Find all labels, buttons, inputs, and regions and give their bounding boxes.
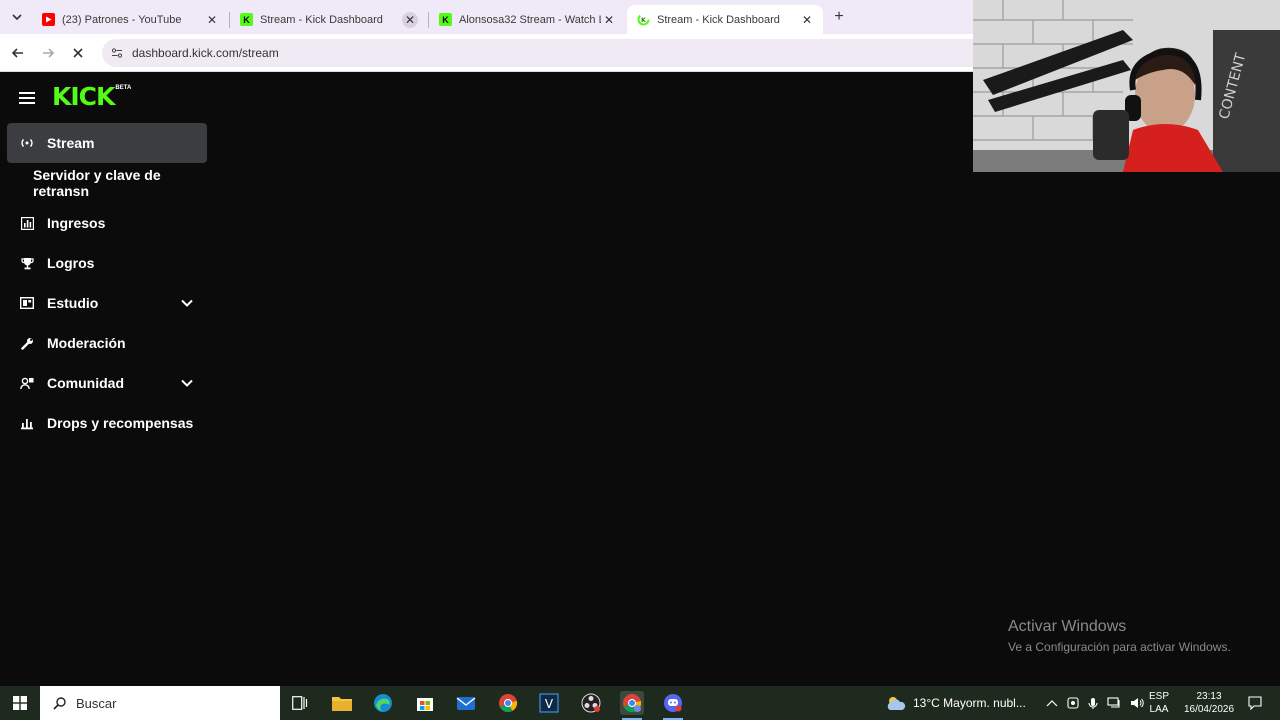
tab-title: Alonsosa32 Stream - Watch Live — [459, 13, 601, 26]
url-text: dashboard.kick.com/stream — [132, 46, 279, 60]
close-tab-icon[interactable]: ✕ — [402, 11, 418, 28]
beta-badge: BETA — [115, 85, 132, 91]
close-tab-icon[interactable]: ✕ — [204, 12, 220, 28]
browser-tab-active-kick[interactable]: K Stream - Kick Dashboard ✕ — [627, 5, 823, 34]
device-icon[interactable] — [1067, 697, 1079, 709]
chart-icon — [19, 215, 35, 231]
trophy-icon — [19, 255, 35, 271]
back-arrow-icon[interactable] — [8, 43, 28, 63]
network-icon[interactable] — [1107, 697, 1121, 709]
svg-text:V: V — [545, 697, 554, 711]
mail-icon[interactable] — [454, 691, 478, 715]
discord-icon[interactable] — [661, 691, 685, 720]
sidebar-item-drops[interactable]: Drops y recompensas — [7, 403, 217, 443]
chevron-down-icon[interactable] — [179, 375, 195, 391]
wrench-icon — [19, 335, 35, 351]
new-tab-plus-icon[interactable]: + — [830, 8, 848, 26]
drops-icon — [19, 415, 35, 431]
search-placeholder: Buscar — [76, 695, 117, 711]
webcam-image: CONTENT — [973, 0, 1280, 172]
kick-loading-icon: K — [637, 13, 650, 26]
browser-tab-youtube[interactable]: (23) Patrones - YouTube ✕ — [32, 5, 228, 34]
notifications-icon[interactable] — [1245, 686, 1265, 720]
language-code: ESP — [1149, 691, 1170, 702]
tab-title: Stream - Kick Dashboard — [657, 13, 780, 26]
browser-tab-alonsosa-stream[interactable]: K Alonsosa32 Stream - Watch Live ✕ — [429, 5, 625, 34]
close-tab-icon[interactable]: ✕ — [601, 12, 617, 28]
sidebar-item-moderacion[interactable]: Moderación — [7, 323, 217, 363]
broadcast-icon — [19, 135, 35, 151]
tab-title: Stream - Kick Dashboard — [260, 13, 383, 26]
clock-date: 16/04/2026 — [1183, 704, 1235, 715]
youtube-icon — [42, 13, 55, 26]
windows-activation-watermark: Activar Windows Ve a Configuración para … — [1008, 618, 1231, 654]
sidebar-item-label: Estudio — [47, 295, 99, 311]
sidebar-item-label: Moderación — [47, 335, 126, 351]
sidebar-item-label: Logros — [47, 255, 95, 271]
obs-studio-icon[interactable] — [579, 691, 603, 715]
studio-icon — [19, 295, 35, 311]
sidebar-item-label: Stream — [47, 135, 95, 151]
close-tab-icon[interactable]: ✕ — [799, 12, 815, 28]
sidebar-item-label: Ingresos — [47, 215, 106, 231]
tab-search-chevron-icon[interactable] — [6, 7, 28, 27]
vegas-editor-icon[interactable]: V — [537, 691, 561, 715]
windows-start-icon[interactable] — [0, 686, 40, 720]
weather-widget[interactable]: 13°C Mayorm. nubl... — [885, 686, 1026, 720]
sidebar-item-label: Drops y recompensas — [47, 415, 194, 431]
sidebar-item-ingresos[interactable]: Ingresos — [7, 203, 217, 243]
microsoft-store-icon[interactable] — [413, 691, 437, 715]
chevron-down-icon[interactable] — [179, 295, 195, 311]
kick-icon: K — [240, 13, 253, 26]
system-tray-icons — [1046, 686, 1144, 720]
edge-browser-icon[interactable] — [371, 691, 395, 715]
volume-icon[interactable] — [1130, 697, 1144, 709]
stop-loading-icon[interactable] — [68, 43, 88, 63]
kick-icon: K — [439, 13, 452, 26]
input-language-indicator[interactable]: ESP LAA — [1149, 686, 1169, 720]
windows-taskbar: Buscar V 13°C Mayorm. nubl... ESP LAA 23… — [0, 686, 1280, 720]
search-icon — [52, 696, 66, 710]
chevron-up-icon[interactable] — [1046, 699, 1058, 707]
logo-wordmark: KICK — [52, 82, 115, 111]
watermark-title: Activar Windows — [1008, 618, 1127, 635]
tab-title: (23) Patrones - YouTube — [62, 13, 182, 26]
svg-text:K: K — [641, 17, 646, 24]
sidebar-item-stream[interactable]: Stream — [7, 123, 207, 163]
forward-arrow-icon[interactable] — [38, 43, 58, 63]
address-bar[interactable]: dashboard.kick.com/stream — [102, 39, 1102, 67]
chrome-profile-icon[interactable] — [620, 691, 644, 720]
webcam-overlay: CONTENT — [973, 0, 1280, 172]
hamburger-menu-icon[interactable] — [19, 92, 35, 104]
sidebar-item-label: Comunidad — [47, 375, 124, 391]
task-view-icon[interactable] — [288, 691, 312, 715]
microphone-icon[interactable] — [1088, 697, 1098, 710]
watermark-subtitle: Ve a Configuración para activar Windows. — [1008, 640, 1231, 654]
browser-tab-kick-dashboard[interactable]: K Stream - Kick Dashboard ✕ — [230, 5, 426, 34]
sidebar-nav: Stream Servidor y clave de retransn Ingr… — [7, 123, 217, 443]
weather-text: 13°C Mayorm. nubl... — [913, 696, 1026, 710]
keyboard-layout: LAA — [1149, 704, 1169, 715]
file-explorer-icon[interactable] — [330, 691, 354, 715]
site-settings-icon[interactable] — [110, 46, 124, 60]
sidebar-item-logros[interactable]: Logros — [7, 243, 217, 283]
chrome-icon[interactable] — [496, 691, 520, 715]
kick-logo[interactable]: KICK BETA — [52, 84, 131, 110]
sidebar-item-server-key[interactable]: Servidor y clave de retransn — [7, 163, 217, 203]
weather-cloud-icon — [885, 695, 907, 711]
clock[interactable]: 23:13 16/04/2026 — [1178, 686, 1240, 720]
sidebar-item-estudio[interactable]: Estudio — [7, 283, 217, 323]
taskbar-search-input[interactable]: Buscar — [40, 686, 280, 720]
sidebar-item-label: Servidor y clave de retransn — [33, 167, 161, 199]
sidebar-item-comunidad[interactable]: Comunidad — [7, 363, 217, 403]
community-icon — [19, 375, 35, 391]
clock-time: 23:13 — [1196, 691, 1222, 702]
